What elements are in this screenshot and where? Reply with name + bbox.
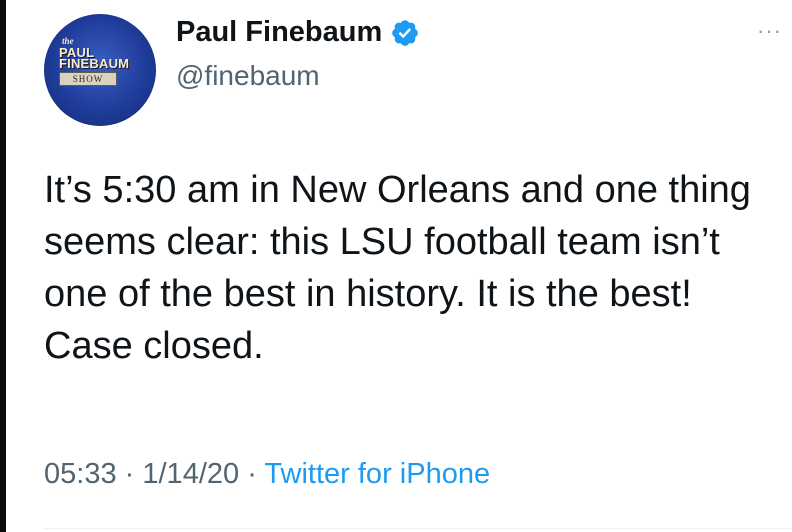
divider bbox=[44, 528, 792, 529]
meta-separator: · bbox=[247, 458, 257, 490]
avatar-logo-show: SHOW bbox=[59, 72, 117, 86]
meta-separator: · bbox=[124, 458, 135, 490]
author-handle[interactable]: @finebaum bbox=[176, 60, 320, 92]
author-name-row: Paul Finebaum bbox=[176, 16, 420, 49]
tweet-source-link[interactable]: Twitter for iPhone bbox=[264, 458, 490, 490]
tweet-text: It’s 5:30 am in New Orleans and one thin… bbox=[44, 169, 751, 367]
more-options-icon[interactable]: ··· bbox=[757, 18, 782, 44]
verified-badge-icon bbox=[392, 19, 419, 46]
avatar[interactable]: the PAUL FINEBAUM SHOW bbox=[44, 14, 156, 126]
tweet-time[interactable]: 05:33 bbox=[44, 458, 117, 490]
avatar-logo-finebaum: FINEBAUM bbox=[59, 56, 130, 71]
tweet-metadata: 05:33 · 1/14/20 · Twitter for iPhone bbox=[44, 458, 490, 491]
tweet-date[interactable]: 1/14/20 bbox=[142, 458, 239, 490]
author-display-name[interactable]: Paul Finebaum bbox=[176, 16, 382, 49]
screen-edge bbox=[0, 0, 6, 532]
avatar-logo: the PAUL FINEBAUM SHOW bbox=[56, 36, 150, 86]
